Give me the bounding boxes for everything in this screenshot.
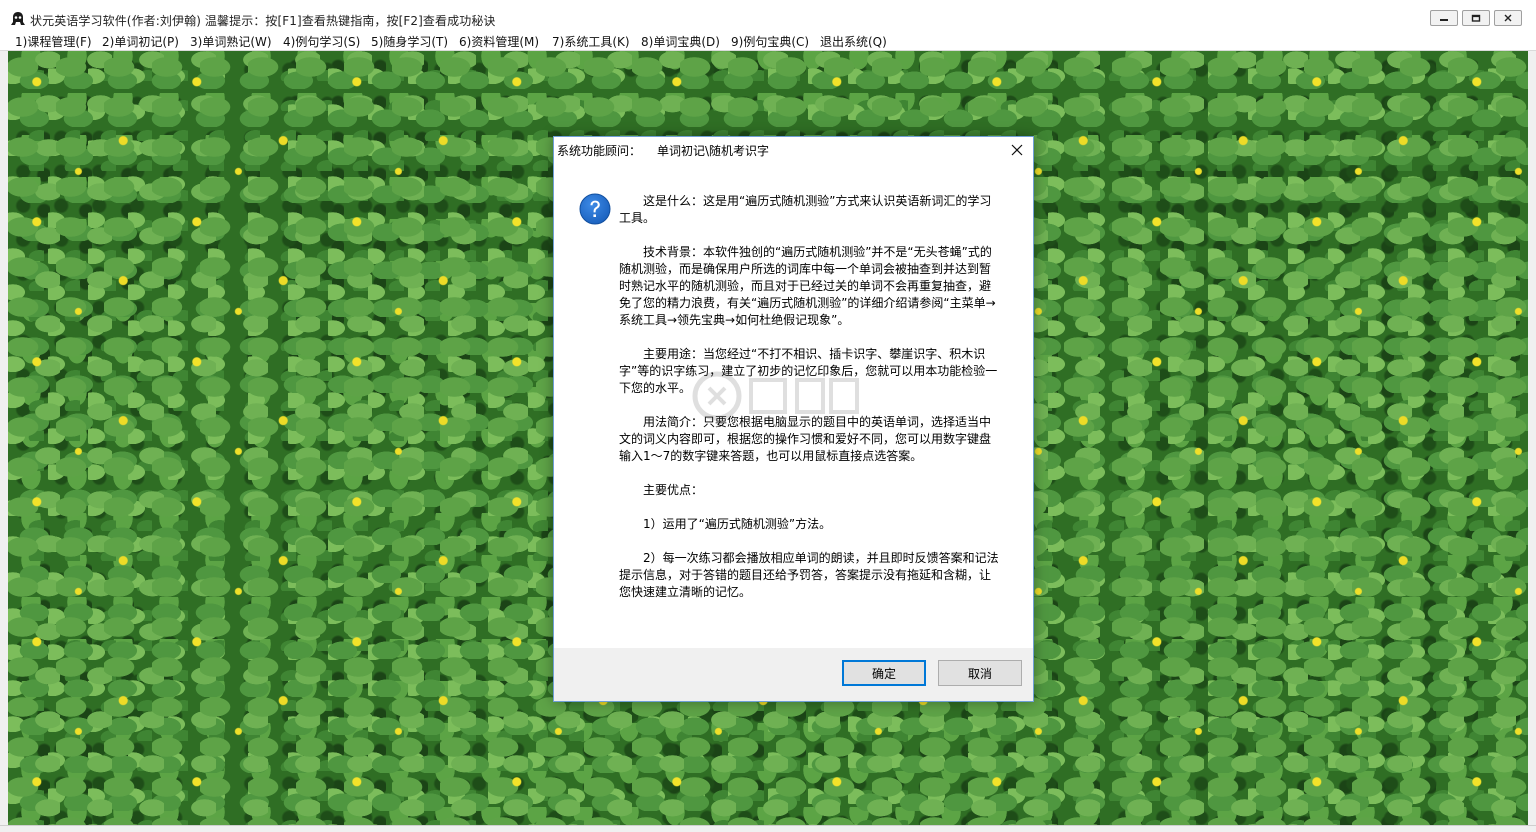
menu-bar: 1)课程管理(F) 2)单词初记(P) 3)单词熟记(W) 4)例句学习(S) … xyxy=(0,31,1536,51)
menu-exit-system[interactable]: 退出系统(Q) xyxy=(818,33,889,50)
menu-word-first-memory[interactable]: 2)单词初记(P) xyxy=(100,33,181,50)
ok-button[interactable]: 确定 xyxy=(842,660,926,686)
app-logo-icon xyxy=(11,12,25,25)
menu-word-dictionary[interactable]: 8)单词宝典(D) xyxy=(639,33,722,50)
menu-system-tools[interactable]: 7)系统工具(K) xyxy=(550,33,632,50)
question-icon xyxy=(579,193,611,225)
watermark-logo xyxy=(692,371,859,421)
menu-sentence-study[interactable]: 4)例句学习(S) xyxy=(281,33,362,50)
window-bottom-border xyxy=(0,825,1536,832)
close-icon xyxy=(1011,144,1023,156)
dialog-title-path: 单词初记\随机考识字 xyxy=(657,144,770,158)
paragraph-technical-background: 技术背景：本软件独创的“遍历式随机测验”并不是“无头苍蝇”式的随机测验，而是确保… xyxy=(619,245,996,327)
minimize-button[interactable] xyxy=(1430,10,1458,26)
menu-sentence-dictionary[interactable]: 9)例句宝典(C) xyxy=(729,33,811,50)
paragraph-advantages-heading: 主要优点： xyxy=(643,483,704,497)
paragraph-advantage-1: 1）运用了“遍历式随机测验”方法。 xyxy=(643,517,832,531)
menu-word-familiar-memory[interactable]: 3)单词熟记(W) xyxy=(188,33,274,50)
restore-icon xyxy=(1471,14,1481,22)
close-window-button[interactable] xyxy=(1494,10,1522,26)
minimize-icon xyxy=(1440,19,1448,21)
window-title: 状元英语学习软件(作者:刘伊翰) 温馨提示：按[F1]查看热键指南，按[F2]查… xyxy=(30,14,496,28)
cancel-button[interactable]: 取消 xyxy=(938,660,1022,686)
menu-data-management[interactable]: 6)资料管理(M) xyxy=(457,33,541,50)
paragraph-advantage-2: 2）每一次练习都会播放相应单词的朗读，并且即时反馈答案和记法提示信息，对于答错的… xyxy=(619,551,999,599)
close-icon xyxy=(1504,14,1512,22)
dialog-button-bar: 确定 取消 xyxy=(554,648,1033,701)
dialog-title: 系统功能顾问： 单词初记\随机考识字 xyxy=(557,142,769,159)
menu-portable-study[interactable]: 5)随身学习(T) xyxy=(369,33,450,50)
dialog-title-prefix: 系统功能顾问： xyxy=(557,144,642,158)
menu-course-management[interactable]: 1)课程管理(F) xyxy=(13,33,94,50)
maximize-button[interactable] xyxy=(1462,10,1490,26)
function-advisor-dialog: 系统功能顾问： 单词初记\随机考识字 这是什么：这是用“遍历式随机测验”方式来认识… xyxy=(553,136,1034,702)
title-bar: 状元英语学习软件(作者:刘伊翰) 温馨提示：按[F1]查看热键指南，按[F2]查… xyxy=(0,0,1536,31)
dialog-close-button[interactable] xyxy=(1007,141,1027,159)
paragraph-what-is-this: 这是什么：这是用“遍历式随机测验”方式来认识英语新词汇的学习工具。 xyxy=(619,194,992,225)
